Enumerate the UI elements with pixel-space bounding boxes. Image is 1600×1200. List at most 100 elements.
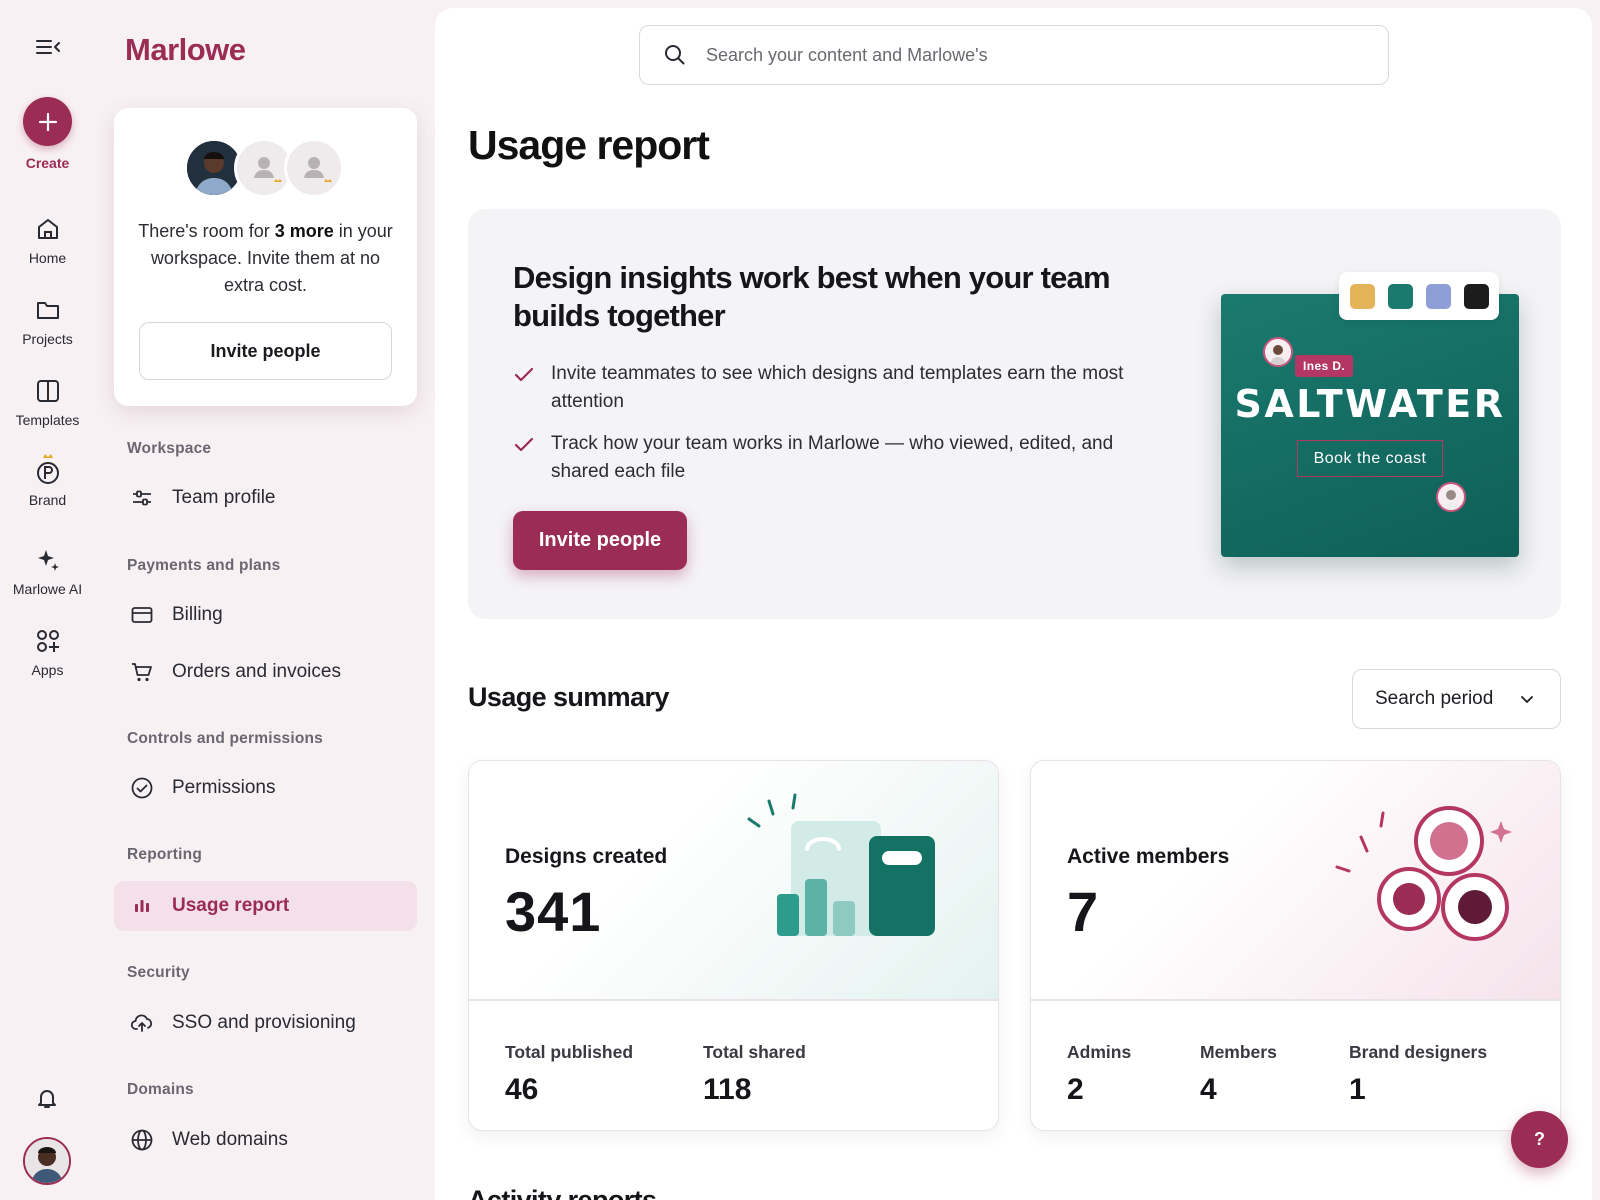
chevron-down-icon [1521, 696, 1534, 703]
sidebar-item-label: Permissions [172, 777, 276, 798]
invite-text-part: There's room for [138, 221, 275, 241]
sidebar-item-web-domains[interactable]: Web domains [114, 1115, 417, 1165]
cart-icon [132, 663, 152, 682]
designs-illustration [747, 793, 935, 936]
search-bar[interactable] [639, 25, 1389, 85]
rail-item-templates[interactable]: Templates [0, 378, 95, 428]
swatch [1425, 283, 1451, 309]
rail-item-label: Home [28, 250, 67, 266]
person-icon [1443, 490, 1459, 510]
rail-item-home[interactable]: Home [0, 216, 95, 266]
brand-logo[interactable]: Marlowe [125, 32, 246, 68]
main-panel: Usage report Design insights work best w… [435, 8, 1592, 1200]
check-circle-icon [131, 777, 153, 799]
swatch [1349, 283, 1375, 309]
design-preview-card: Ines D. SALTWATER Book the coast [1221, 272, 1519, 557]
person-photo-icon [187, 141, 241, 195]
stat-sub-value: 46 [505, 1073, 539, 1106]
promo-point: Invite teammates to see which designs an… [513, 360, 1153, 416]
create-button[interactable] [23, 97, 72, 146]
left-rail: Create Home Projects Templates Brand Mar… [0, 0, 95, 1200]
stat-sub-label: Total published [505, 1042, 634, 1062]
stat-label: Designs created [505, 845, 668, 868]
collaborator-tag: Ines D. [1295, 355, 1354, 377]
sidebar-item-label: Orders and invoices [172, 661, 341, 682]
collaborator-avatar [1263, 337, 1293, 367]
select-value: Search period [1375, 688, 1494, 709]
rail-item-label: Templates [15, 412, 80, 428]
bar-chart-icon [135, 900, 149, 912]
sidebar-item-label: Billing [172, 604, 223, 625]
sidebar-item-usage-report[interactable]: Usage report [114, 881, 417, 931]
usage-summary-title: Usage summary [468, 682, 669, 712]
help-button[interactable]: ? [1511, 1111, 1568, 1168]
color-swatches [1339, 272, 1499, 320]
sparkle-icon [37, 550, 59, 571]
invite-message: There's room for 3 more in your workspac… [134, 218, 397, 299]
promo-point-text: Track how your team works in Marlowe — w… [551, 433, 1114, 482]
stat-sub-value: 118 [703, 1073, 752, 1106]
card-divider [1031, 999, 1560, 1001]
swatch [1463, 283, 1489, 309]
invite-promo-banner: Design insights work best when your team… [468, 209, 1561, 619]
stat-sub-label: Members [1200, 1042, 1277, 1062]
collapse-menu-icon[interactable] [35, 36, 61, 58]
stat-value: 7 [1067, 880, 1100, 943]
avatar-icon [25, 1139, 69, 1183]
design-subtitle: Book the coast [1297, 440, 1443, 477]
invite-count: 3 more [274, 221, 334, 241]
rail-item-label: Projects [22, 331, 73, 347]
sidebar-item-sso[interactable]: SSO and provisioning [114, 998, 417, 1048]
rail-item-label: Apps [31, 662, 64, 678]
stat-sub-value: 4 [1200, 1073, 1217, 1106]
apps-icon [36, 630, 59, 652]
bell-icon[interactable] [35, 1086, 59, 1110]
rail-item-label: Brand [28, 492, 67, 508]
invite-people-button[interactable]: Invite people [139, 322, 392, 380]
sidebar-item-label: Usage report [172, 895, 290, 916]
user-placeholder-icon [304, 157, 332, 182]
create-label: Create [25, 155, 70, 171]
brand-icon [36, 454, 59, 484]
stat-sub-label: Admins [1067, 1042, 1132, 1062]
promo-point-text: Invite teammates to see which designs an… [551, 363, 1124, 412]
invite-people-primary-button[interactable]: Invite people [513, 511, 687, 570]
sidebar-item-orders[interactable]: Orders and invoices [114, 647, 417, 697]
section-payments: Payments and plans [127, 557, 281, 574]
stat-sub-label: Brand designers [1349, 1042, 1488, 1062]
rail-item-brand[interactable]: Brand [0, 452, 95, 508]
sidebar-item-billing[interactable]: Billing [114, 590, 417, 640]
sidebar-item-team-profile[interactable]: Team profile [114, 473, 417, 523]
member-avatars [184, 138, 354, 198]
sidebar-item-label: Web domains [172, 1129, 288, 1150]
page-title: Usage report [468, 122, 710, 168]
home-icon [37, 219, 58, 239]
user-avatar[interactable] [23, 1137, 71, 1185]
person-icon [1270, 345, 1286, 365]
globe-icon [131, 1129, 153, 1151]
rail-item-projects[interactable]: Projects [0, 297, 95, 347]
folder-icon [36, 302, 59, 319]
stat-value: 341 [505, 880, 602, 943]
plus-icon [38, 112, 57, 131]
designs-created-card: Designs created 341 Total published 46 T… [468, 760, 999, 1131]
stat-sub-value: 2 [1067, 1073, 1084, 1106]
card-divider [469, 999, 998, 1001]
rail-item-apps[interactable]: Apps [0, 628, 95, 678]
stat-label: Active members [1067, 845, 1230, 868]
credit-card-icon [131, 607, 153, 623]
sidebar-item-label: Team profile [172, 487, 276, 508]
avatar-placeholder [284, 138, 344, 198]
cloud-upload-icon [130, 1014, 153, 1032]
checkmark-icon [514, 367, 534, 382]
section-security: Security [127, 964, 190, 981]
members-illustration [1335, 806, 1512, 941]
section-domains: Domains [127, 1081, 194, 1098]
user-placeholder-icon [254, 157, 282, 182]
templates-icon [36, 380, 59, 402]
search-period-select[interactable]: Search period [1352, 669, 1561, 729]
rail-item-marlowe-ai[interactable]: Marlowe AI [0, 547, 95, 597]
stat-sub-label: Total shared [703, 1042, 806, 1062]
search-input[interactable] [706, 44, 1346, 66]
sidebar-item-permissions[interactable]: Permissions [114, 763, 417, 813]
